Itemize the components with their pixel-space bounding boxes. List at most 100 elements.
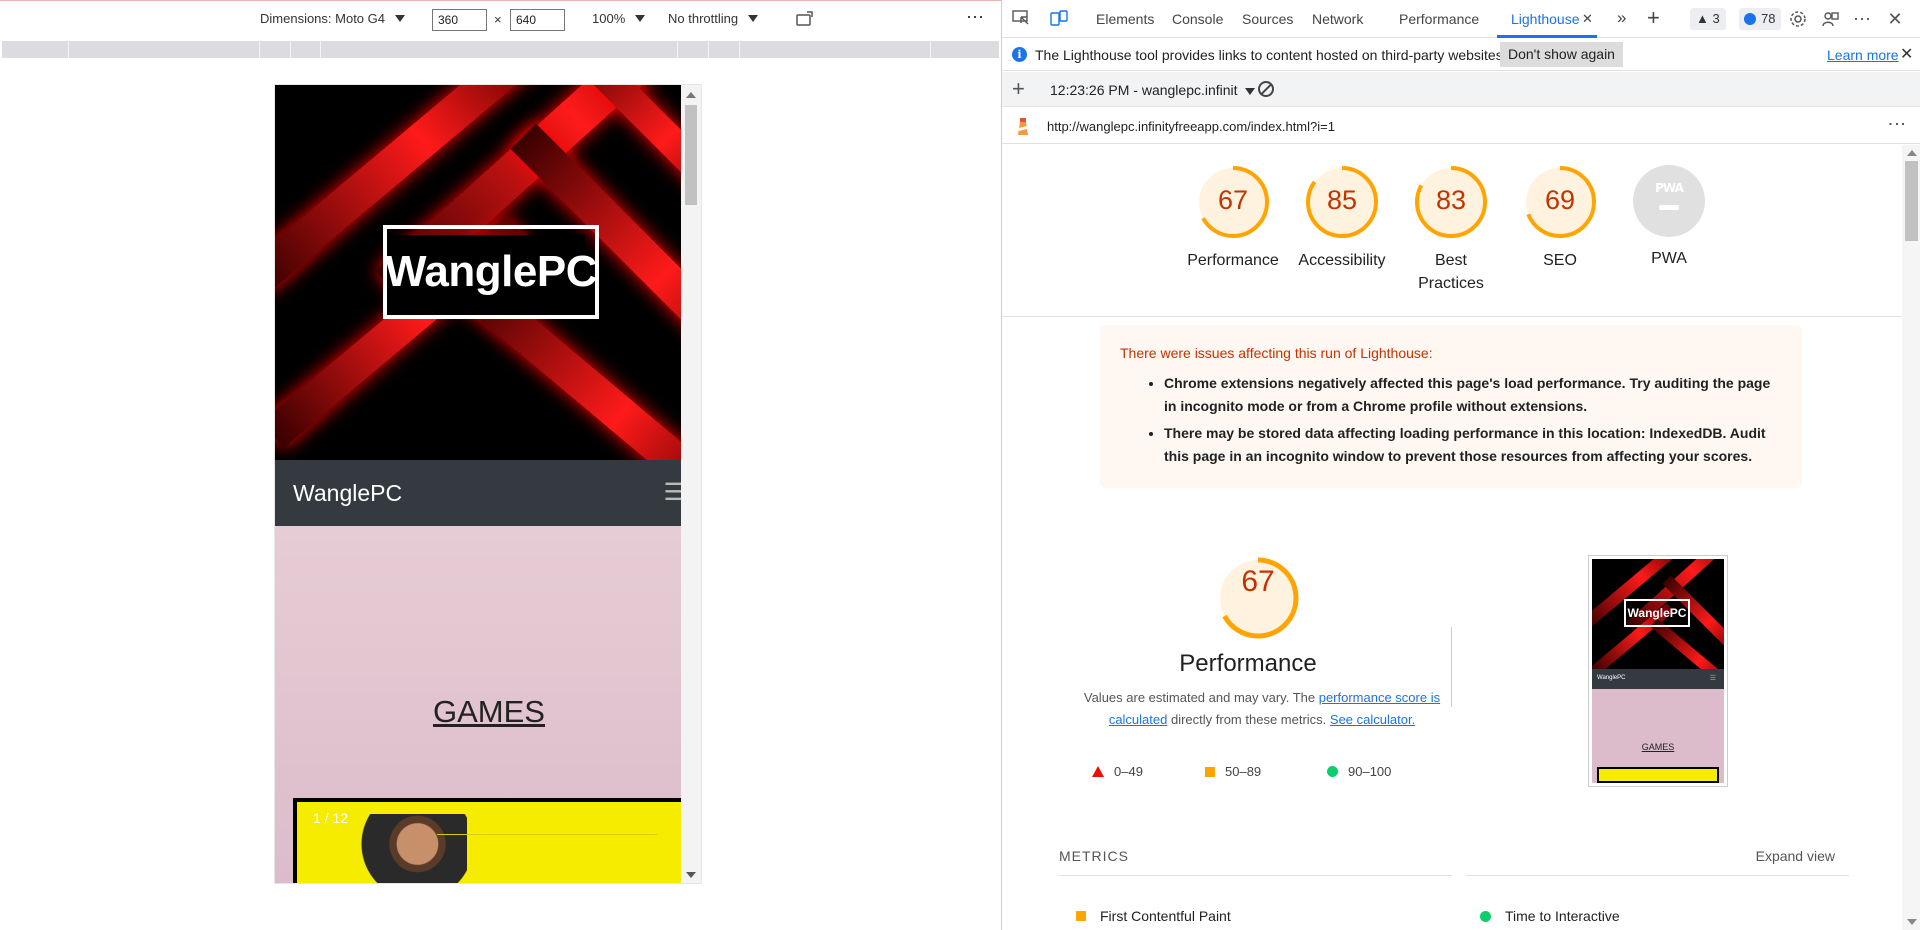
games-heading[interactable]: GAMES [275, 694, 701, 730]
see-calculator-link[interactable]: See calculator. [1330, 712, 1415, 727]
more-options-icon[interactable]: ⋯ [1852, 10, 1872, 28]
legend-average: 50–89 [1205, 764, 1261, 779]
device-toolbar: Dimensions: Moto G4 × 100% No throttling… [0, 1, 1001, 39]
desc-text: directly from these metrics. [1167, 712, 1330, 727]
close-tab-icon[interactable]: ✕ [1582, 11, 1593, 27]
run-warnings: There were issues affecting this run of … [1100, 325, 1802, 488]
device-emulation-pane: Dimensions: Moto G4 × 100% No throttling… [0, 0, 1001, 930]
report-url[interactable]: http://wanglepc.infinityfreeapp.com/inde… [1047, 119, 1335, 134]
warnings-badge[interactable]: ▲ 3 [1690, 8, 1726, 30]
third-party-infobar: i The Lighthouse tool provides links to … [1002, 38, 1920, 71]
devtools-panel: Elements Console Sources Network Perform… [1001, 0, 1920, 930]
final-screenshot-thumbnail[interactable]: WanglePC WanglePC ☰ GAMES [1588, 555, 1728, 787]
gauge-label: PWA [1651, 250, 1687, 267]
device-dimensions-select[interactable]: Dimensions: Moto G4 [260, 11, 405, 26]
gauge-score: 67 [1217, 185, 1249, 215]
site-logo-text: WanglePC [385, 247, 597, 296]
scrollbar-thumb[interactable] [1905, 161, 1918, 241]
tab-elements[interactable]: Elements [1096, 11, 1154, 27]
legend-range: 50–89 [1225, 764, 1262, 779]
report-selector-label: 12:23:26 PM - wanglepc.infinit [1050, 82, 1238, 98]
new-report-icon[interactable]: + [1012, 77, 1025, 101]
thumbnail-games-heading: GAMES [1641, 742, 1675, 752]
report-menu-icon[interactable]: ⋮ [1887, 115, 1907, 131]
scroll-down-arrow-icon[interactable] [1907, 919, 1917, 925]
scrollbar-thumb[interactable] [685, 105, 697, 205]
tab-sources[interactable]: Sources [1242, 11, 1293, 27]
tab-lighthouse[interactable]: Lighthouse [1511, 11, 1580, 27]
zoom-select[interactable]: 100% [592, 11, 646, 26]
scroll-down-arrow-icon[interactable] [686, 872, 696, 878]
inspect-element-icon[interactable] [1011, 10, 1031, 28]
gauge-best-practices[interactable]: 83 Best Practices [1396, 165, 1506, 295]
throttling-select[interactable]: No throttling [668, 11, 759, 26]
report-selector[interactable]: 12:23:26 PM - wanglepc.infinit [1050, 82, 1256, 98]
legend-range: 0–49 [1114, 764, 1143, 779]
tab-performance[interactable]: Performance [1399, 11, 1479, 27]
tab-console[interactable]: Console [1172, 11, 1223, 27]
gauge-label: SEO [1543, 252, 1577, 269]
more-tabs-icon[interactable]: » [1617, 8, 1626, 28]
performance-score: 67 [1241, 565, 1275, 598]
metrics-header: METRICS Expand view [1059, 848, 1849, 876]
device-width-input[interactable] [432, 9, 487, 31]
scroll-up-arrow-icon[interactable] [686, 92, 696, 98]
close-infobar-icon[interactable]: ✕ [1900, 44, 1913, 64]
pwa-badge-text: PWA [1655, 181, 1684, 195]
site-navbar: WanglePC ☰ [275, 460, 701, 526]
gauge-label: Accessibility [1298, 252, 1386, 269]
desc-text: Values are estimated and may vary. The [1083, 690, 1319, 705]
metric-name: First Contentful Paint [1100, 908, 1231, 924]
gauge-performance[interactable]: 67 Performance [1178, 165, 1288, 272]
gauge-score: 83 [1435, 185, 1467, 215]
metric-time-to-interactive[interactable]: Time to Interactive [1480, 908, 1620, 924]
gauge-pwa[interactable]: PWA PWA [1614, 165, 1724, 270]
device-height-input[interactable] [510, 9, 565, 31]
square-icon [1076, 911, 1086, 921]
report-scrollbar[interactable] [1902, 145, 1920, 930]
square-icon [1205, 766, 1215, 777]
expand-view-toggle[interactable]: Expand view [1756, 848, 1835, 864]
info-icon: i [1012, 47, 1027, 62]
triangle-icon [1092, 766, 1104, 777]
close-devtools-icon[interactable]: ✕ [1885, 10, 1905, 28]
legend-range: 90–100 [1348, 764, 1392, 779]
metric-first-contentful-paint[interactable]: First Contentful Paint [1076, 908, 1231, 924]
gauge-score: 69 [1544, 185, 1576, 215]
legend-fail: 0–49 [1092, 764, 1143, 779]
gauge-label: Performance [1187, 252, 1279, 269]
dont-show-again-button[interactable]: Don't show again [1500, 42, 1623, 67]
device-toolbar-more-icon[interactable]: ⋯ [966, 7, 984, 28]
tab-network[interactable]: Network [1312, 11, 1363, 27]
gauge-label: Best Practices [1396, 249, 1506, 295]
games-section: GAMES 1 / 12 [275, 526, 701, 883]
gauge-accessibility[interactable]: 85 Accessibility [1287, 165, 1397, 272]
scroll-up-arrow-icon[interactable] [1907, 150, 1917, 156]
device-toggle-icon[interactable] [1049, 10, 1069, 28]
thumbnail-nav-brand: WanglePC [1597, 675, 1626, 681]
infobar-message: The Lighthouse tool provides links to co… [1035, 47, 1507, 63]
rotate-device-icon[interactable] [796, 10, 816, 28]
viewport-scrollbar[interactable] [681, 85, 701, 883]
message-icon [1744, 13, 1756, 25]
media-query-ruler[interactable] [2, 41, 999, 58]
chevron-down-icon [395, 15, 405, 22]
navbar-brand[interactable]: WanglePC [293, 480, 402, 507]
add-tab-icon[interactable]: + [1647, 5, 1660, 31]
clear-reports-icon[interactable] [1258, 81, 1274, 97]
warnings-title: There were issues affecting this run of … [1120, 345, 1433, 361]
settings-gear-icon[interactable] [1788, 10, 1808, 28]
messages-badge[interactable]: 78 [1739, 8, 1782, 30]
slide-counter: 1 / 12 [313, 810, 349, 826]
performance-title: Performance [1179, 650, 1317, 677]
divider [1451, 627, 1452, 707]
customize-icon[interactable] [1820, 10, 1840, 28]
gauge-label-line1: Best [1434, 252, 1467, 269]
warnings-list: Chrome extensions negatively affected th… [1164, 372, 1784, 472]
game-carousel-slide[interactable]: 1 / 12 [293, 798, 685, 883]
warning-item: Chrome extensions negatively affected th… [1164, 372, 1784, 418]
emulated-viewport[interactable]: WanglePC WanglePC ☰ GAMES 1 / 12 [274, 84, 702, 884]
learn-more-link[interactable]: Learn more [1827, 47, 1899, 63]
gauge-seo[interactable]: 69 SEO [1505, 165, 1615, 272]
thumbnail-navbar: WanglePC ☰ [1592, 669, 1724, 689]
